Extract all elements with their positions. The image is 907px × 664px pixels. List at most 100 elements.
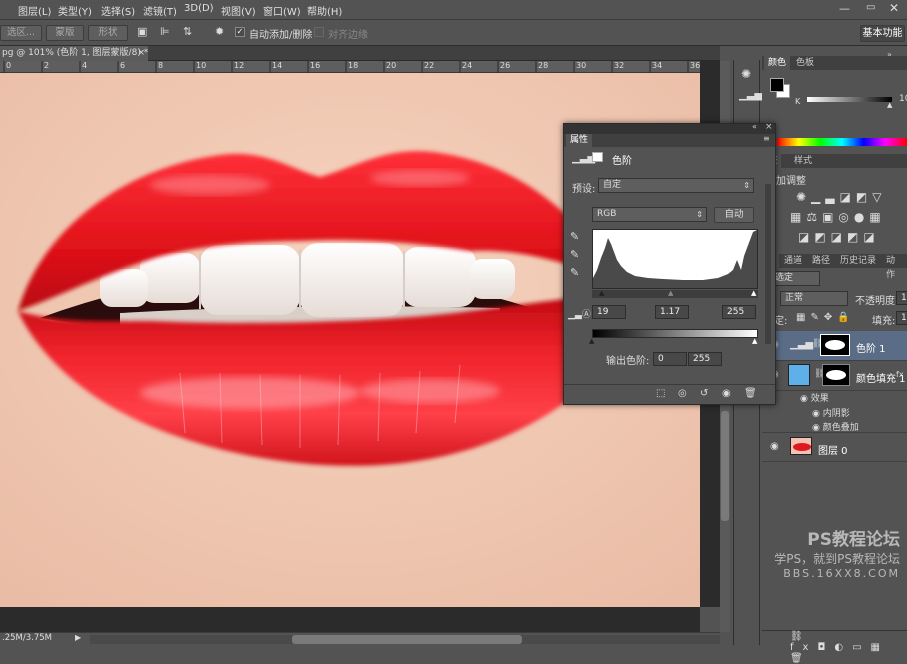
layer-filter-select[interactable]: 选定 <box>770 271 820 286</box>
tab-properties[interactable]: 属性 <box>566 134 593 147</box>
status-bar: .25M/3.75M ▶ <box>0 632 720 645</box>
layers-footer-icons[interactable]: ⛓fx◘◐▭▦🗑 <box>762 630 907 664</box>
inner-shadow-eye-icon[interactable]: ◉ <box>812 409 820 419</box>
color-fill-thumbnail[interactable] <box>788 364 810 386</box>
menu-type[interactable]: 类型(Y) <box>58 3 92 18</box>
mask-button[interactable]: 蒙版 <box>46 25 84 41</box>
layer-row-color-fill[interactable]: ◉ ⛓ 颜色填充 1 fx <box>762 361 907 391</box>
auto-add-checkbox[interactable]: ✓ <box>235 27 245 37</box>
inner-shadow-row[interactable]: ◉ 内阴影 <box>812 406 850 419</box>
input-white-field[interactable]: 255 <box>722 305 756 319</box>
histogram-icon[interactable]: ▁▃▅ <box>739 90 762 102</box>
select-area-button[interactable]: 选区... <box>0 25 42 41</box>
path-ops-icon[interactable]: ▣ <box>137 26 147 38</box>
channel-value: RGB <box>597 209 617 219</box>
menu-filter[interactable]: 滤镜(T) <box>143 3 177 18</box>
effects-eye-icon[interactable]: ◉ <box>800 394 808 404</box>
fx-icon[interactable]: fx <box>896 370 904 379</box>
menu-layer[interactable]: 图层(L) <box>18 3 51 18</box>
minimize-icon[interactable]: — <box>839 2 850 15</box>
k-slider-track[interactable] <box>807 97 892 102</box>
horizontal-scroll-thumb[interactable] <box>292 635 522 644</box>
adjust-icons-row-1[interactable]: ✺▁▃◪◩▽ <box>796 190 906 206</box>
auto-button[interactable]: 自动 <box>714 207 754 223</box>
restore-icon[interactable]: ▭ <box>866 2 875 13</box>
properties-scrollbar[interactable] <box>765 184 771 344</box>
opacity-input[interactable]: 10 <box>896 291 907 305</box>
menu-help[interactable]: 帮助(H) <box>307 3 342 18</box>
document-tab[interactable]: pg @ 101% (色阶 1, 图层蒙版/8) * × <box>0 46 148 61</box>
shape-button[interactable]: 形状 <box>88 25 128 41</box>
menu-window[interactable]: 窗口(W) <box>263 3 301 18</box>
path-align-icon[interactable]: ⊫ <box>160 26 170 38</box>
input-gamma-handle-icon[interactable]: ▲ <box>668 289 673 297</box>
view-previous-icon[interactable]: ◎ <box>678 388 687 399</box>
chevron-down-icon: ⇕ <box>696 210 703 219</box>
ruler-label: 8 <box>158 61 164 70</box>
document-tab-title: pg @ 101% (色阶 1, 图层蒙版/8) * <box>2 48 148 58</box>
color-spectrum-bar[interactable] <box>777 138 907 146</box>
adjustments-sun-icon[interactable]: ✺ <box>741 68 751 80</box>
output-white-handle-icon[interactable]: ▲ <box>752 337 757 345</box>
toggle-visibility-eye-icon[interactable]: ◉ <box>722 388 731 399</box>
gear-icon[interactable]: ✹ <box>215 26 224 38</box>
panel-close-icon[interactable]: × <box>765 122 773 132</box>
input-black-field[interactable]: 19 <box>592 305 626 319</box>
fill-input[interactable]: 10 <box>896 311 907 325</box>
layer-mask-thumbnail[interactable] <box>820 334 850 356</box>
layer-name[interactable]: 图层 0 <box>818 442 848 457</box>
tab-styles[interactable]: 样式 <box>790 154 816 168</box>
panel-menu-icon[interactable]: ≡ <box>763 134 770 143</box>
trash-icon[interactable]: 🗑 <box>744 388 757 399</box>
output-black-handle-icon[interactable]: ▲ <box>589 337 594 345</box>
tab-actions[interactable]: 动作 <box>882 254 907 280</box>
input-white-handle-icon[interactable]: ▲ <box>751 289 756 297</box>
auto-levels-icon[interactable]: ▁▃Ⓐ <box>568 307 591 320</box>
layer-thumbnail[interactable] <box>790 437 812 455</box>
mask-mode-icon[interactable] <box>592 152 603 162</box>
adjust-icons-row-3[interactable]: ◪◩◪◩◪ <box>798 230 906 246</box>
white-eyedropper-icon[interactable]: ✎ <box>570 266 579 279</box>
tab-channels[interactable]: 通道 <box>780 254 806 268</box>
blend-mode-select[interactable]: 正常 <box>780 291 848 306</box>
visibility-eye-icon[interactable]: ◉ <box>770 441 779 452</box>
menu-select[interactable]: 选择(S) <box>101 3 135 18</box>
black-eyedropper-icon[interactable]: ✎ <box>570 230 579 243</box>
output-white-field[interactable]: 255 <box>688 352 722 366</box>
input-gamma-field[interactable]: 1.17 <box>655 305 689 319</box>
chevron-down-icon: ⇕ <box>743 181 750 190</box>
workspace-button[interactable]: 基本功能 <box>860 25 905 42</box>
menu-view[interactable]: 视图(V) <box>221 3 256 18</box>
channel-select[interactable]: RGB ⇕ <box>592 207 707 222</box>
adjust-icons-row-2[interactable]: ▦⚖▣◎●▦ <box>790 210 906 226</box>
tab-paths[interactable]: 路径 <box>808 254 834 268</box>
close-icon[interactable]: ✕ <box>889 1 899 15</box>
layer-row-base[interactable]: ◉ 图层 0 <box>762 432 907 462</box>
layer-name[interactable]: 色阶 1 <box>856 340 886 355</box>
vertical-scroll-thumb[interactable] <box>721 411 729 521</box>
properties-titlebar[interactable]: « × <box>564 122 775 134</box>
reset-icon[interactable]: ↺ <box>700 388 708 399</box>
lock-icons[interactable]: ▦✎✥🔒 <box>796 312 855 323</box>
preset-select[interactable]: 自定 ⇕ <box>598 178 754 193</box>
tab-swatches[interactable]: 色板 <box>792 56 818 70</box>
path-arrange-icon[interactable]: ⇅ <box>183 26 192 38</box>
menu-3d[interactable]: 3D(D) <box>184 3 214 14</box>
effects-row[interactable]: ◉ 效果 <box>800 391 829 404</box>
clip-to-layer-icon[interactable]: ⬚ <box>656 388 665 399</box>
output-black-field[interactable]: 0 <box>653 352 687 366</box>
ruler-label: 34 <box>652 61 663 70</box>
gray-eyedropper-icon[interactable]: ✎ <box>570 248 579 261</box>
horizontal-scrollbar[interactable] <box>90 635 720 644</box>
layer-row-levels[interactable]: ◉ ▁▃▅ ⛓ 色阶 1 <box>762 331 907 361</box>
input-slider-track[interactable]: ▲ ▲ ▲ <box>592 289 758 298</box>
input-black-handle-icon[interactable]: ▲ <box>599 289 604 297</box>
align-edges-checkbox[interactable] <box>314 27 324 37</box>
k-slider-handle-icon[interactable]: ▲ <box>887 101 892 109</box>
tab-history[interactable]: 历史记录 <box>836 254 880 268</box>
layer-mask-thumbnail[interactable] <box>822 364 850 386</box>
tab-color[interactable]: 颜色 <box>764 56 791 70</box>
status-arrow-icon[interactable]: ▶ <box>75 633 81 642</box>
tab-close-icon[interactable]: × <box>137 46 145 61</box>
panel-collapse-icon[interactable]: « <box>752 122 757 131</box>
